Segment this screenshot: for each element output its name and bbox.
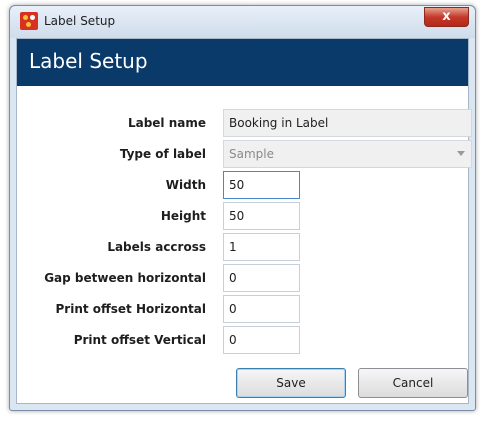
gap-horizontal-label: Gap between horizontal — [44, 271, 206, 285]
type-of-label-label: Type of label — [119, 147, 206, 161]
save-button[interactable]: Save — [236, 368, 346, 398]
offset-horizontal-label: Print offset Horizontal — [55, 302, 206, 316]
cancel-button[interactable]: Cancel — [358, 368, 468, 398]
type-of-label-value: Sample — [229, 147, 274, 161]
chevron-down-icon[interactable] — [457, 151, 465, 156]
close-icon[interactable]: x — [424, 7, 469, 27]
app-logo-icon — [20, 12, 38, 30]
labels-across-input[interactable]: 1 — [223, 233, 300, 261]
label-name-label: Label name — [127, 116, 206, 130]
gap-horizontal-input[interactable]: 0 — [223, 264, 300, 292]
width-label: Width — [165, 178, 206, 192]
labels-across-label: Labels accross — [107, 240, 206, 254]
label-name-field[interactable]: Booking in Label — [223, 109, 472, 137]
height-input[interactable]: 50 — [223, 202, 300, 230]
form-panel: Label Setup Label name Booking in Label … — [16, 38, 472, 404]
height-label: Height — [160, 209, 206, 223]
offset-horizontal-input[interactable]: 0 — [223, 295, 300, 323]
dialog-window: Label Setup x Label Setup Label name Boo… — [9, 5, 476, 411]
title-bar[interactable]: Label Setup x — [10, 6, 475, 38]
offset-vertical-label: Print offset Vertical — [73, 333, 206, 347]
type-of-label-select[interactable]: Sample — [223, 140, 472, 168]
page-header: Label Setup — [17, 39, 468, 86]
window-title: Label Setup — [44, 14, 116, 28]
offset-vertical-input[interactable]: 0 — [223, 326, 300, 354]
page-title: Label Setup — [29, 49, 148, 73]
width-input[interactable]: 50 — [223, 171, 300, 199]
